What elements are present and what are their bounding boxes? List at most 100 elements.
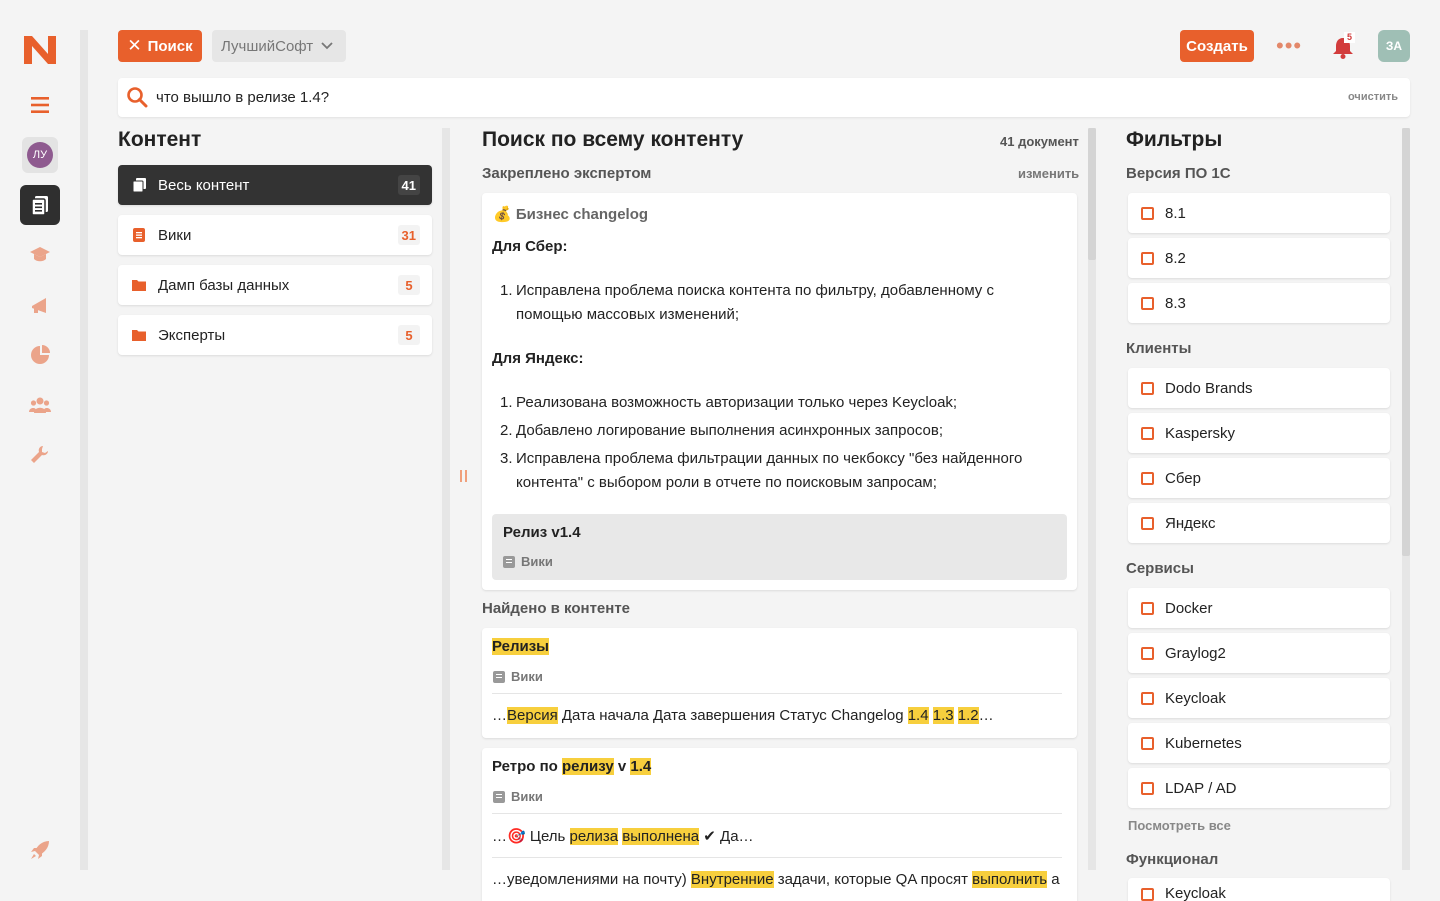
checkbox[interactable]: [1141, 251, 1154, 265]
users-icon[interactable]: [20, 385, 60, 425]
category-experts[interactable]: Эксперты 5: [118, 315, 432, 355]
result-source: Вики: [493, 789, 543, 804]
folder-icon: [132, 277, 148, 293]
edit-pinned-link[interactable]: изменить: [1018, 166, 1079, 181]
search-input[interactable]: [156, 84, 1316, 111]
filter-option[interactable]: Keycloak: [1128, 878, 1390, 901]
logo-icon[interactable]: [22, 34, 58, 66]
divider: [492, 857, 1062, 858]
rocket-icon[interactable]: [20, 830, 60, 870]
checkbox[interactable]: [1141, 516, 1154, 530]
company-select[interactable]: ЛучшийСофт: [212, 30, 346, 62]
filter-option[interactable]: Kaspersky: [1128, 413, 1390, 453]
yandex-item-1: 1. Реализована возможность авторизации т…: [500, 394, 958, 411]
filter-group-clients: Клиенты: [1126, 340, 1192, 357]
category-db-dump[interactable]: Дамп базы данных 5: [118, 265, 432, 305]
filter-option[interactable]: Яндекс: [1128, 503, 1390, 543]
release-title: Релиз v1.4: [503, 524, 581, 541]
left-nav: ЛУ: [0, 0, 80, 901]
checkbox[interactable]: [1141, 296, 1154, 310]
result-title: Ретро по релизу v 1.4: [492, 758, 652, 775]
menu-icon[interactable]: [20, 85, 60, 125]
nav-divider: [80, 30, 88, 870]
megaphone-icon[interactable]: [20, 285, 60, 325]
result-card-1[interactable]: Релизы Вики …Версия Дата начала Дата зав…: [482, 628, 1077, 738]
pinned-header: 💰 Бизнес changelog: [493, 206, 649, 223]
filter-option[interactable]: 8.2: [1128, 238, 1390, 278]
wiki-icon: [493, 670, 505, 683]
filter-option[interactable]: Docker: [1128, 588, 1390, 628]
notification-badge: 5: [1344, 32, 1355, 43]
wrench-icon[interactable]: [20, 435, 60, 475]
category-label: Весь контент: [158, 176, 250, 194]
see-all-link[interactable]: Посмотреть все: [1128, 818, 1231, 833]
filter-option[interactable]: 8.1: [1128, 193, 1390, 233]
filter-option[interactable]: Сбер: [1128, 458, 1390, 498]
content-title: Контент: [118, 128, 202, 151]
checkbox[interactable]: [1141, 426, 1154, 440]
checkbox[interactable]: [1141, 888, 1154, 901]
pinned-card[interactable]: 💰 Бизнес changelog Для Сбер: 1. Исправле…: [482, 193, 1077, 590]
category-count: 5: [398, 275, 420, 295]
yandex-item-2: 2. Добавлено логирование выполнения асин…: [500, 422, 943, 439]
yandex-title: Для Яндекс:: [492, 350, 584, 367]
result-snippet: …уведомлениями на почту) Внутренние зада…: [492, 871, 1060, 888]
category-count: 5: [398, 325, 420, 345]
filters-scroll-thumb[interactable]: [1402, 128, 1410, 556]
results-count: 41 документ: [1000, 134, 1079, 149]
search-bar: очистить: [118, 78, 1410, 117]
filter-option[interactable]: LDAP / AD: [1128, 768, 1390, 808]
split-handle[interactable]: [460, 470, 470, 484]
filter-group-version: Версия ПО 1С: [1126, 165, 1231, 182]
checkbox[interactable]: [1141, 691, 1154, 705]
folder-icon: [132, 327, 148, 343]
filter-option[interactable]: Keycloak: [1128, 678, 1390, 718]
wiki-icon: [132, 227, 148, 243]
close-search-button[interactable]: ✕ Поиск: [118, 30, 202, 62]
graduation-cap-icon[interactable]: [20, 235, 60, 275]
result-card-2[interactable]: Ретро по релизу v 1.4 Вики …🎯 Цель релиз…: [482, 748, 1077, 901]
wiki-icon: [503, 555, 515, 568]
close-icon: ✕: [127, 36, 142, 55]
results-title: Поиск по всему контенту: [482, 128, 744, 151]
checkbox[interactable]: [1141, 471, 1154, 485]
checkbox[interactable]: [1141, 206, 1154, 220]
release-source: Вики: [503, 554, 553, 569]
checkbox[interactable]: [1141, 781, 1154, 795]
filters-title: Фильтры: [1126, 128, 1223, 151]
result-snippet: …🎯 Цель релиза выполнена ✔ Да…: [492, 828, 754, 845]
user-avatar[interactable]: ЗА: [1378, 30, 1410, 62]
release-link[interactable]: Релиз v1.4 Вики: [492, 514, 1067, 580]
checkbox[interactable]: [1141, 601, 1154, 615]
result-title: Релизы: [492, 638, 549, 655]
create-button[interactable]: Создать: [1180, 30, 1254, 62]
more-icon[interactable]: •••: [1276, 35, 1306, 57]
filter-option[interactable]: Dodo Brands: [1128, 368, 1390, 408]
filter-option[interactable]: 8.3: [1128, 283, 1390, 323]
checkbox[interactable]: [1141, 381, 1154, 395]
filter-option[interactable]: Kubernetes: [1128, 723, 1390, 763]
content-scrollbar[interactable]: [442, 128, 450, 870]
category-count: 41: [397, 175, 420, 195]
category-wiki[interactable]: Вики 31: [118, 215, 432, 255]
search-icon: [127, 87, 148, 108]
clear-search-button[interactable]: очистить: [1348, 91, 1398, 103]
divider: [492, 693, 1062, 694]
yandex-item-3: 3. Исправлена проблема фильтрации данных…: [500, 450, 1023, 491]
pie-chart-icon[interactable]: [20, 335, 60, 375]
sber-item-1: 1. Исправлена проблема поиска контента п…: [500, 282, 994, 323]
filter-option[interactable]: Graylog2: [1128, 633, 1390, 673]
checkbox[interactable]: [1141, 646, 1154, 660]
category-all[interactable]: Весь контент 41: [118, 165, 432, 205]
filter-group-services: Сервисы: [1126, 560, 1194, 577]
documents-icon: [132, 177, 148, 193]
documents-icon[interactable]: [20, 185, 60, 225]
checkbox[interactable]: [1141, 736, 1154, 750]
profile-avatar[interactable]: ЛУ: [22, 137, 58, 173]
category-label: Эксперты: [158, 326, 226, 344]
results-scroll-thumb[interactable]: [1088, 128, 1096, 260]
chevron-down-icon: [321, 42, 333, 50]
category-label: Дамп базы данных: [158, 276, 290, 294]
filter-group-features: Функционал: [1126, 851, 1219, 868]
sber-title: Для Сбер:: [492, 238, 568, 255]
